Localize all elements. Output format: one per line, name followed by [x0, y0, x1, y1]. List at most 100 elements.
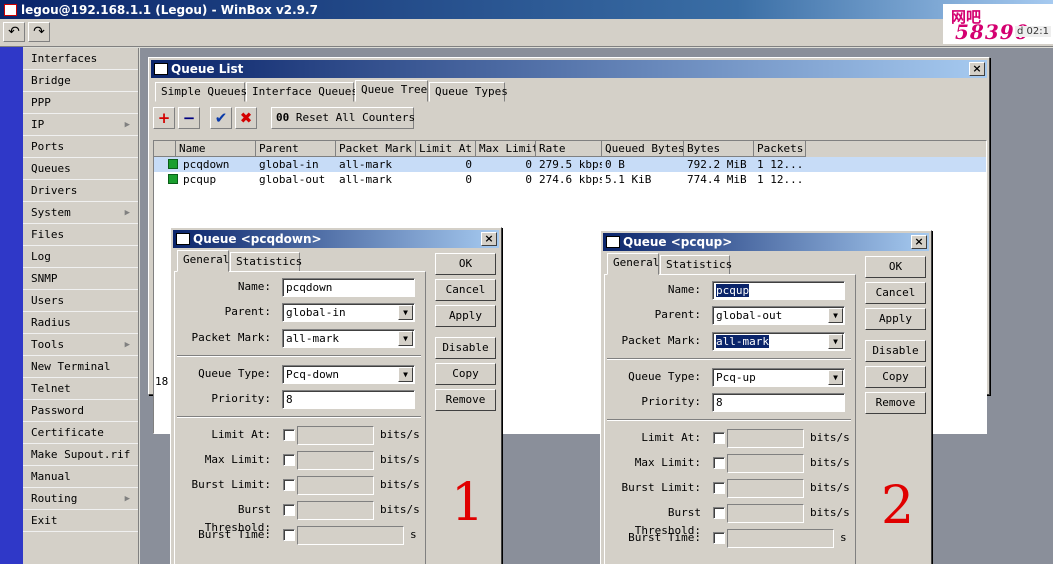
queue-pcqdown-dialog-max-limit-checkbox[interactable]: [283, 454, 295, 466]
column-header-bytes[interactable]: Bytes: [684, 141, 754, 157]
queue-pcqup-dialog-burst-limit-checkbox[interactable]: [713, 482, 725, 494]
queue-pcqup-dialog-queue-type-select[interactable]: Pcq-up ▼: [712, 368, 845, 387]
sidebar-item-queues[interactable]: Queues: [23, 158, 138, 180]
chevron-down-icon[interactable]: ▼: [398, 367, 413, 382]
queue-pcqdown-dialog-close-button[interactable]: ×: [481, 232, 497, 246]
column-header-max-limit[interactable]: Max Limit: [476, 141, 536, 157]
sidebar-item-manual[interactable]: Manual: [23, 466, 138, 488]
sidebar-item-log[interactable]: Log: [23, 246, 138, 268]
sidebar-item-ports[interactable]: Ports: [23, 136, 138, 158]
queue-pcqup-dialog-tab-general[interactable]: General: [607, 253, 659, 275]
undo-button[interactable]: ↶: [3, 22, 25, 42]
queue-pcqup-dialog-close-button[interactable]: ×: [911, 235, 927, 249]
queue-pcqup-dialog-packet-mark-select[interactable]: all-mark ▼: [712, 332, 845, 351]
sidebar-item-routing[interactable]: Routing ▶: [23, 488, 138, 510]
queue-pcqup-dialog-limit-at-checkbox[interactable]: [713, 432, 725, 444]
add-button[interactable]: +: [153, 107, 175, 129]
cell-queued-bytes: 0 B: [605, 158, 625, 171]
column-header-packet-mark[interactable]: Packet Mark: [336, 141, 416, 157]
table-row[interactable]: pcqdown global-in all-mark 0 0 279.5 kbps 0 B 7…: [154, 157, 986, 172]
queue-pcqdown-dialog-burst-threshold-checkbox[interactable]: [283, 504, 295, 516]
field-value: global-out: [716, 309, 783, 322]
sidebar-item-tools[interactable]: Tools ▶: [23, 334, 138, 356]
chevron-down-icon[interactable]: ▼: [828, 370, 843, 385]
tab-queue-types[interactable]: Queue Types: [429, 82, 508, 102]
disable-button[interactable]: ✖: [235, 107, 257, 129]
remove-button[interactable]: −: [178, 107, 200, 129]
sidebar-item-users[interactable]: Users: [23, 290, 138, 312]
column-header-parent[interactable]: Parent: [256, 141, 336, 157]
column-header-packets[interactable]: Packets: [754, 141, 806, 157]
queue-pcqdown-dialog-ok-button[interactable]: OK: [435, 253, 496, 275]
sidebar-item-interfaces[interactable]: Interfaces: [23, 48, 138, 70]
queue-pcqdown-dialog-title-bar[interactable]: Queue <pcqdown> ×: [173, 230, 499, 248]
sidebar-item-radius[interactable]: Radius: [23, 312, 138, 334]
sidebar-item-telnet[interactable]: Telnet: [23, 378, 138, 400]
reset-all-counters-button[interactable]: 00 Reset All Counters: [271, 107, 415, 129]
sidebar-item-password[interactable]: Password: [23, 400, 138, 422]
sidebar-item-system[interactable]: System ▶: [23, 202, 138, 224]
queue-pcqup-dialog-tab-statistics[interactable]: Statistics: [660, 255, 732, 275]
queue-pcqdown-dialog-tab-statistics[interactable]: Statistics: [230, 252, 302, 272]
redo-button[interactable]: ↷: [28, 22, 50, 42]
queue-pcqup-dialog-title-bar[interactable]: Queue <pcqup> ×: [603, 233, 929, 251]
queue-pcqdown-dialog-disable-button[interactable]: Disable: [435, 337, 496, 359]
tab-queue-tree[interactable]: Queue Tree: [355, 80, 428, 102]
tab-label: Simple Queues: [161, 85, 248, 98]
sidebar-item-certificate[interactable]: Certificate: [23, 422, 138, 444]
queue-pcqup-dialog-cancel-button[interactable]: Cancel: [865, 282, 926, 304]
column-header-limit-at[interactable]: Limit At: [416, 141, 476, 157]
queue-pcqdown-dialog-burst-limit-checkbox[interactable]: [283, 479, 295, 491]
queue-pcqdown-dialog-limit-at-checkbox[interactable]: [283, 429, 295, 441]
sidebar-item-bridge[interactable]: Bridge: [23, 70, 138, 92]
queue-pcqup-dialog-name-field[interactable]: pcqup: [712, 281, 845, 300]
queue-pcqup-dialog-priority-field[interactable]: 8: [712, 393, 845, 412]
queue-pcqdown-dialog-cancel-button[interactable]: Cancel: [435, 279, 496, 301]
submenu-arrow-icon: ▶: [124, 340, 130, 350]
queue-pcqdown-dialog-packet-mark-select[interactable]: all-mark ▼: [282, 329, 415, 348]
column-header-rate[interactable]: Rate: [536, 141, 602, 157]
queue-pcqup-dialog-burst-threshold-checkbox[interactable]: [713, 507, 725, 519]
queue-pcqup-dialog-remove-button[interactable]: Remove: [865, 392, 926, 414]
enable-button[interactable]: ✔: [210, 107, 232, 129]
queue-list-title: Queue List: [171, 62, 244, 76]
queue-pcqdown-dialog-priority-field[interactable]: 8: [282, 390, 415, 409]
sidebar-item-make-supout-rif[interactable]: Make Supout.rif: [23, 444, 138, 466]
queue-pcqdown-dialog-queue-type-select[interactable]: Pcq-down ▼: [282, 365, 415, 384]
chevron-down-icon[interactable]: ▼: [828, 334, 843, 349]
queue-pcqup-dialog-ok-button[interactable]: OK: [865, 256, 926, 278]
queue-pcqup-dialog-parent-select[interactable]: global-out ▼: [712, 306, 845, 325]
queue-pcqup-dialog-queue-type-label: Queue Type:: [628, 370, 701, 383]
queue-list-title-bar[interactable]: Queue List ×: [151, 60, 987, 78]
queue-pcqdown-dialog-tab-general[interactable]: General: [177, 250, 229, 272]
sidebar-item-snmp[interactable]: SNMP: [23, 268, 138, 290]
column-header-queued-bytes[interactable]: Queued Bytes: [602, 141, 684, 157]
table-row[interactable]: pcqup global-out all-mark 0 0 274.6 kbps 5.1 K…: [154, 172, 986, 187]
sidebar-item-files[interactable]: Files: [23, 224, 138, 246]
sidebar-item-exit[interactable]: Exit: [23, 510, 138, 532]
queue-pcqup-dialog-burst-time-checkbox[interactable]: [713, 532, 725, 544]
queue-pcqup-dialog-max-limit-checkbox[interactable]: [713, 457, 725, 469]
cell-queued-bytes: 5.1 KiB: [605, 173, 652, 186]
chevron-down-icon[interactable]: ▼: [828, 308, 843, 323]
queue-pcqdown-dialog-apply-button[interactable]: Apply: [435, 305, 496, 327]
sidebar-item-ppp[interactable]: PPP: [23, 92, 138, 114]
tab-interface-queues[interactable]: Interface Queues: [246, 82, 358, 102]
sidebar-item-ip[interactable]: IP ▶: [23, 114, 138, 136]
queue-list-close-button[interactable]: ×: [969, 62, 985, 76]
queue-pcqdown-dialog-name-field[interactable]: pcqdown: [282, 278, 415, 297]
queue-pcqup-dialog-name-label: Name:: [667, 283, 701, 296]
queue-pcqup-dialog-copy-button[interactable]: Copy: [865, 366, 926, 388]
tab-simple-queues[interactable]: Simple Queues: [155, 82, 248, 102]
queue-pcqup-dialog-disable-button[interactable]: Disable: [865, 340, 926, 362]
column-header-name[interactable]: Name: [176, 141, 256, 157]
sidebar-item-drivers[interactable]: Drivers: [23, 180, 138, 202]
queue-pcqdown-dialog-remove-button[interactable]: Remove: [435, 389, 496, 411]
queue-pcqdown-dialog-parent-select[interactable]: global-in ▼: [282, 303, 415, 322]
queue-pcqup-dialog-apply-button[interactable]: Apply: [865, 308, 926, 330]
queue-pcqdown-dialog-burst-time-checkbox[interactable]: [283, 529, 295, 541]
chevron-down-icon[interactable]: ▼: [398, 331, 413, 346]
sidebar-item-new-terminal[interactable]: New Terminal: [23, 356, 138, 378]
queue-pcqdown-dialog-copy-button[interactable]: Copy: [435, 363, 496, 385]
chevron-down-icon[interactable]: ▼: [398, 305, 413, 320]
